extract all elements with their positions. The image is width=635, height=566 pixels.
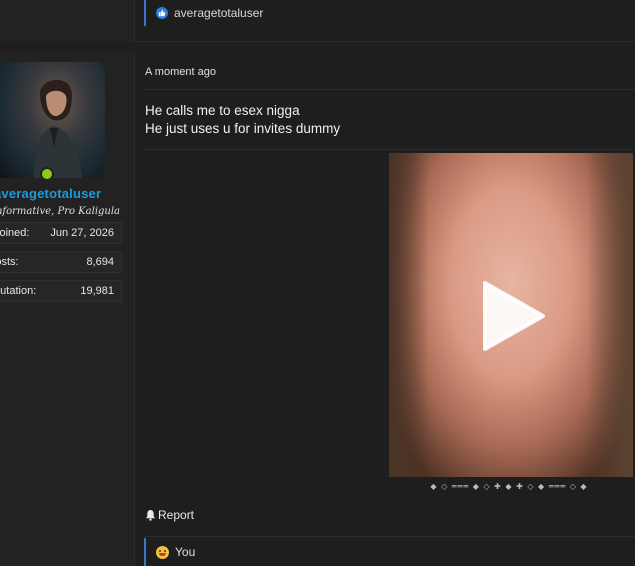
divider [143, 89, 635, 90]
play-icon[interactable] [483, 281, 545, 351]
reaction-bar-bottom[interactable]: You [144, 538, 195, 566]
message-line: He calls me to esex nigga [145, 103, 300, 118]
previous-post-sidebar [0, 0, 135, 42]
report-button[interactable]: Report [145, 508, 194, 522]
stat-reputation: Reputation: 19,981 [0, 280, 122, 302]
previous-post-footer: averagetotaluser [0, 0, 635, 42]
online-status-indicator [40, 167, 54, 181]
stat-label: Joined: [0, 227, 30, 239]
video-thumbnail-shade [587, 153, 633, 477]
user-sidebar: averagetotaluser Informative, Pro Kaligu… [0, 52, 135, 566]
divider [143, 536, 635, 537]
reaction-bar-top[interactable]: averagetotaluser [144, 0, 263, 26]
laughing-emoji-icon [156, 545, 169, 559]
post-timestamp[interactable]: A moment ago [145, 66, 216, 78]
video-player[interactable] [389, 153, 633, 477]
reaction-user[interactable]: averagetotaluser [174, 6, 263, 20]
reaction-user[interactable]: You [175, 545, 195, 559]
stat-label: Reputation: [0, 285, 37, 297]
signature-divider: ◆ ◇ ═══ ◆ ◇ ✚ ◆ ✚ ◇ ◆ ═══ ◇ ◆ [430, 481, 588, 491]
stat-value: 19,981 [80, 285, 114, 297]
avatar[interactable] [0, 62, 105, 178]
stat-joined: Joined: Jun 27, 2026 [0, 222, 122, 244]
username[interactable]: averagetotaluser [0, 186, 101, 201]
stat-label: Posts: [0, 256, 19, 268]
bell-icon [145, 509, 156, 521]
user-title: Informative, Pro Kaligula [0, 206, 121, 217]
stat-value: 8,694 [86, 256, 114, 268]
stat-value: Jun 27, 2026 [50, 227, 114, 239]
message-line: He just uses u for invites dummy [145, 121, 341, 136]
thumbs-up-icon [156, 7, 168, 19]
stat-posts: Posts: 8,694 [0, 251, 122, 273]
video-thumbnail-shade [389, 153, 429, 477]
report-label[interactable]: Report [158, 508, 194, 522]
post-message: He calls me to esex nigga He just uses u… [145, 102, 340, 138]
post: A moment ago He calls me to esex nigga H… [135, 52, 635, 566]
divider [143, 149, 635, 150]
